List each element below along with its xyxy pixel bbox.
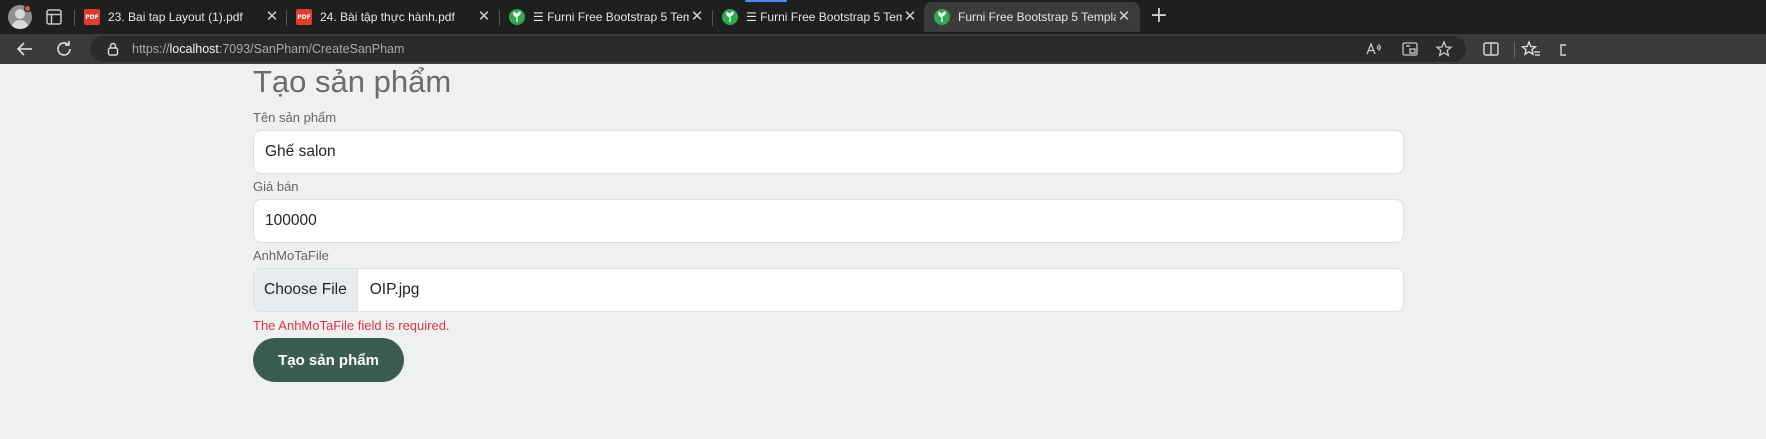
close-tab-icon[interactable]: ✕ — [264, 9, 280, 25]
product-name-label: Tên sản phẩm — [253, 110, 337, 125]
read-aloud-icon[interactable] — [1364, 40, 1382, 58]
profile-notification-dot — [24, 5, 31, 12]
url-scheme: https:// — [132, 42, 170, 56]
tab-pdf-thuc-hanh[interactable]: PDF 24. Bài tập thực hành.pdf ✕ — [286, 2, 500, 32]
split-screen-icon[interactable] — [1481, 39, 1501, 59]
price-label: Giá bán — [253, 179, 299, 194]
lock-icon[interactable] — [105, 41, 121, 57]
tab-label: 24. Bài tập thực hành.pdf — [320, 10, 455, 24]
url-text[interactable]: https://localhost:7093/SanPham/CreateSan… — [132, 42, 404, 56]
new-tab-icon[interactable]: + — [1148, 5, 1170, 28]
toolbar-divider — [1514, 42, 1515, 58]
leaf-icon — [509, 9, 525, 25]
close-tab-icon[interactable]: ✕ — [689, 9, 705, 25]
url-host: localhost — [169, 42, 219, 56]
browser-toolbar: https://localhost:7093/SanPham/CreateSan… — [0, 34, 1766, 64]
price-input[interactable] — [253, 199, 1404, 243]
tab-label: 23. Bai tap Layout (1).pdf — [108, 10, 243, 24]
pdf-icon: PDF — [84, 9, 100, 25]
pdf-icon: PDF — [296, 9, 312, 25]
tab-actions-icon[interactable] — [44, 7, 64, 27]
image-file-label: AnhMoTaFile — [253, 248, 329, 263]
image-file-input[interactable]: Choose File OIP.jpg — [253, 268, 1404, 312]
favorites-icon[interactable] — [1520, 39, 1541, 59]
selected-file-name: OIP.jpg — [369, 281, 420, 298]
collections-icon[interactable] — [1558, 39, 1566, 59]
favorite-star-icon[interactable] — [1435, 40, 1453, 58]
validation-error: The AnhMoTaFile field is required. — [253, 318, 450, 333]
close-tab-icon[interactable]: ✕ — [1116, 9, 1132, 25]
close-tab-icon[interactable]: ✕ — [476, 9, 492, 25]
url-path: :7093/SanPham/CreateSanPham — [218, 42, 405, 56]
tab-label: Furni Free Bootstrap 5 Template fo — [958, 10, 1116, 24]
back-arrow-icon[interactable] — [14, 38, 36, 60]
address-bar[interactable]: https://localhost:7093/SanPham/CreateSan… — [90, 36, 1466, 62]
page-content: Tạo sản phẩm Tên sản phẩm Giá bán AnhMoT… — [4, 64, 1766, 439]
tab-strip: PDF 23. Bai tap Layout (1).pdf ✕ PDF 24.… — [0, 0, 1766, 34]
tab-label: ☰ Furni Free Bootstrap 5 Template — [746, 10, 902, 24]
app-available-icon[interactable] — [1401, 40, 1419, 58]
tab-pdf-layout[interactable]: PDF 23. Bai tap Layout (1).pdf ✕ — [74, 2, 288, 32]
close-tab-icon[interactable]: ✕ — [902, 9, 918, 25]
tab-label: ☰ Furni Free Bootstrap 5 Template — [533, 10, 689, 24]
tab-furni-2[interactable]: ☰ Furni Free Bootstrap 5 Template ✕ — [712, 2, 926, 32]
create-product-button[interactable]: Tạo sản phẩm — [253, 338, 404, 382]
page-title: Tạo sản phẩm — [253, 64, 452, 99]
reload-icon[interactable] — [53, 38, 75, 60]
product-name-input[interactable] — [253, 130, 1404, 174]
leaf-icon — [934, 9, 950, 25]
tab-furni-1[interactable]: ☰ Furni Free Bootstrap 5 Template ✕ — [499, 2, 713, 32]
tab-furni-active[interactable]: Furni Free Bootstrap 5 Template fo ✕ — [924, 2, 1140, 32]
choose-file-button[interactable]: Choose File — [254, 269, 358, 311]
leaf-icon — [722, 9, 738, 25]
